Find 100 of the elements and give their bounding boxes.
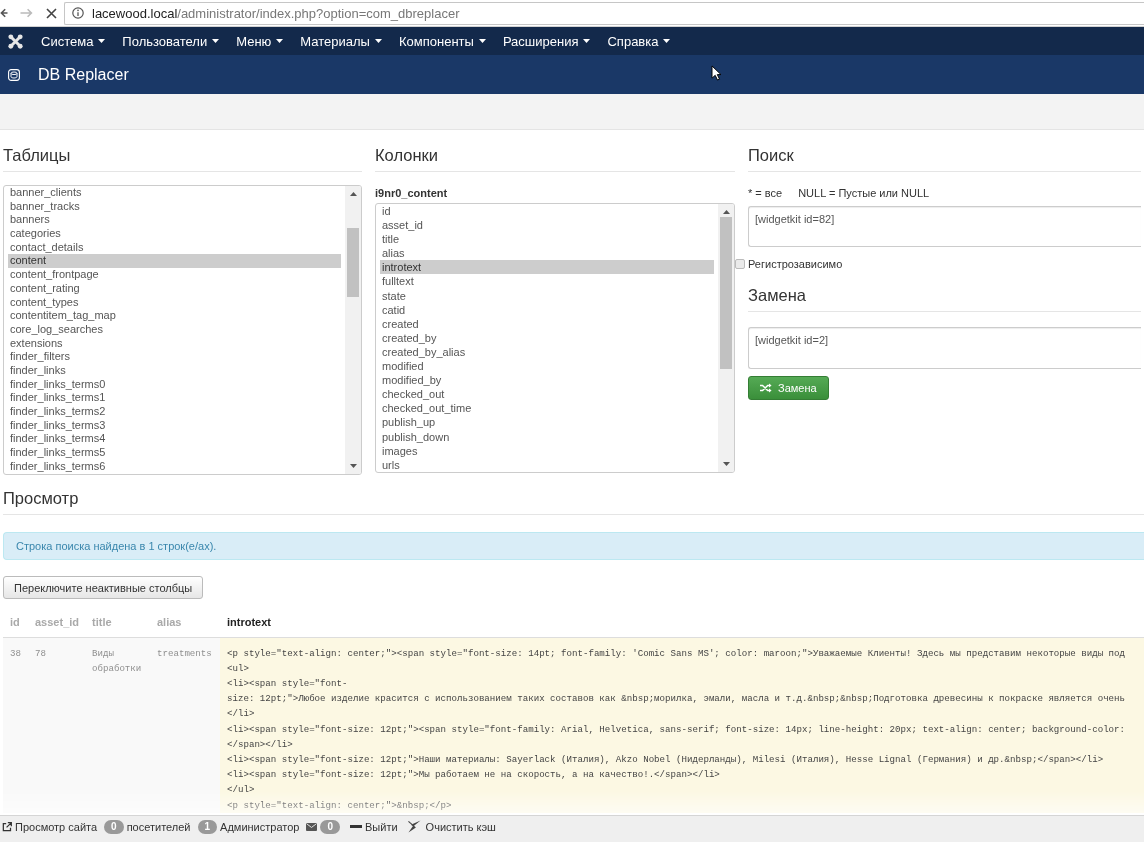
section-heading: Замена <box>748 285 806 305</box>
table-option[interactable]: banners <box>8 213 341 228</box>
table-name-label: i9nr0_content <box>375 186 449 200</box>
section-heading: Колонки <box>375 145 438 165</box>
hint-text: NULL = Пустые или NULL <box>798 186 930 200</box>
table-option[interactable]: finder_links_terms6 <box>8 459 341 474</box>
status-label: посетителей <box>126 820 191 833</box>
table-option[interactable]: banner_tracks <box>8 199 341 214</box>
view-site-link[interactable]: Просмотр сайта <box>2 819 98 834</box>
table-option[interactable]: finder_links <box>8 363 341 378</box>
column-option[interactable]: modified_by <box>380 373 714 388</box>
menu-item[interactable]: Система <box>33 27 114 55</box>
columns-listbox[interactable]: id asset_id title alias introtext fulltext state catid created created_by created_by_alias modified modified_by checked_out checked_out_time publish_up publish_down images urls <box>375 203 735 473</box>
column-option[interactable]: created <box>380 316 714 331</box>
case-sensitive-checkbox[interactable] <box>735 259 745 269</box>
table-option[interactable]: content <box>8 254 341 269</box>
table-option[interactable]: finder_links_terms2 <box>8 405 341 419</box>
clear-cache-link[interactable]: Очистить кэш <box>404 819 496 834</box>
info-icon <box>72 7 84 19</box>
count-badge: 0 <box>104 819 124 834</box>
external-link-icon <box>2 821 12 832</box>
tables-listbox[interactable] <box>3 185 362 475</box>
menu-item[interactable]: Меню <box>228 27 292 55</box>
menu-item[interactable]: Пользователи <box>114 27 228 55</box>
table-option[interactable]: finder_filters <box>8 350 341 364</box>
database-icon <box>8 68 20 81</box>
minus-icon <box>350 825 362 828</box>
hint-text: * = все <box>748 186 783 200</box>
table-option[interactable]: contentitem_tag_map <box>8 309 341 323</box>
table-option[interactable]: extensions <box>8 336 341 351</box>
scroll-up-icon[interactable] <box>722 210 730 214</box>
column-option[interactable]: created_by <box>380 330 714 345</box>
count-badge: 1 <box>197 819 218 834</box>
search-field[interactable]: [widgetkit id=82] <box>748 206 1141 247</box>
menu-item[interactable]: Расширения <box>494 27 599 55</box>
column-option[interactable]: state <box>380 288 714 303</box>
table-option[interactable]: content_frontpage <box>8 268 341 282</box>
code-cell: <p style="text-align: center;"><span style="font-size: 14pt; font-family: 'Comic Sans MS'; color: maroon;">Уважаемые Клиенты! Здесь мы представим некоторые виды под <ul> <li><span style="font- size: 12pt;">Любое изделие красится с использованием таких составов как &nbsp;морилка, эмали, масла и т.д.&nbsp;&nbsp;Подготовка древесины к покраске является очень </li> <li><span style="font-size: 12pt;"><span style="font-family: Arial, Helvetica, sans-serif; font-size: 14px; line-height: 20px; text-align: center; background-color: </span></li> <li><span style="font-size: 12pt;">Наши материалы: Sayerlack (Италия), Akzo Nobel (Нидерланды), Milesi (Италия), Hesse Lignal (Германия) и др.&nbsp;</span></li> <li><span style="font-size: 12pt;">Мы работаем не на скорость, а на качество!.</span></li> </ul> <p style="text-align: center;">&nbsp;</p> <box>220 637 1144 813</box>
column-option[interactable]: modified <box>380 359 714 374</box>
scrollbar-thumb[interactable] <box>347 228 359 297</box>
column-option[interactable]: urls <box>380 457 714 472</box>
table-option[interactable]: banner_clients <box>8 186 341 200</box>
table-option[interactable]: finder_links_terms5 <box>8 446 341 460</box>
page-title: DB Replacer <box>38 65 129 84</box>
back-arrow-icon[interactable] <box>0 7 8 19</box>
address-field[interactable]: lacewood.local/administrator/index.php?option=com_dbreplacer <box>64 1 1144 25</box>
replace-field[interactable]: [widgetkit id=2] <box>748 327 1141 369</box>
table-option[interactable]: content_rating <box>8 281 341 296</box>
column-option[interactable]: id <box>380 204 714 219</box>
caret-icon <box>98 39 106 43</box>
cross-icon[interactable] <box>46 7 57 19</box>
scrollbar[interactable] <box>345 186 361 474</box>
mouse-pointer-icon <box>711 65 722 81</box>
caret-icon <box>583 39 591 43</box>
logo-icon[interactable] <box>8 33 23 49</box>
column-option[interactable]: images <box>380 443 714 458</box>
checkbox-label[interactable]: Регистрозависимо <box>748 257 843 271</box>
lightning-icon <box>407 820 421 833</box>
logout-link[interactable]: Выйти <box>347 819 398 834</box>
table-option[interactable]: content_types <box>8 295 341 310</box>
envelope-icon[interactable] <box>306 822 318 831</box>
column-option[interactable]: introtext <box>380 260 714 275</box>
scrollbar[interactable] <box>718 204 734 472</box>
caret-icon <box>374 39 382 43</box>
column-option[interactable]: asset_id <box>380 218 714 233</box>
shuffle-icon <box>760 383 772 393</box>
column-option[interactable]: catid <box>380 302 714 317</box>
menu-item[interactable]: Компоненты <box>390 27 494 55</box>
toggle-columns-button[interactable]: Переключите неактивные столбцы <box>3 576 204 599</box>
table-option[interactable]: core_log_searches <box>8 322 341 337</box>
table-option[interactable]: finder_links_terms3 <box>8 418 341 433</box>
table-option[interactable]: finder_links_terms4 <box>8 432 341 447</box>
table-option[interactable]: categories <box>8 227 341 241</box>
count-badge: 0 <box>320 819 340 834</box>
table-option[interactable]: contact_details <box>8 240 341 255</box>
caret-icon <box>478 39 486 43</box>
section-heading: Таблицы <box>3 145 71 165</box>
scroll-down-icon[interactable] <box>349 464 357 468</box>
caret-icon <box>663 39 671 43</box>
column-option[interactable]: alias <box>380 246 714 261</box>
column-option[interactable]: title <box>380 232 714 247</box>
column-header[interactable]: introtext <box>220 608 1144 637</box>
table-option[interactable]: finder_links_terms1 <box>8 391 341 405</box>
section-heading: Поиск <box>748 145 794 165</box>
table-option[interactable]: finder_links_terms0 <box>8 377 341 392</box>
column-option[interactable]: checked_out <box>380 387 714 402</box>
menu-item[interactable]: Материалы <box>292 27 390 55</box>
scroll-down-icon[interactable] <box>722 462 730 466</box>
column-option[interactable]: publish_up <box>380 415 714 430</box>
search-result-alert: Строка поиска найдена в 1 строк(е/ах). <box>3 532 1144 560</box>
column-option[interactable]: fulltext <box>380 274 714 289</box>
column-option[interactable]: publish_down <box>380 429 714 444</box>
caret-icon <box>276 39 284 43</box>
scroll-up-icon[interactable] <box>349 192 357 196</box>
scrollbar-thumb[interactable] <box>720 217 732 369</box>
column-option[interactable]: created_by_alias <box>380 344 714 360</box>
column-option[interactable]: checked_out_time <box>380 401 714 416</box>
menu-item[interactable]: Справка <box>599 27 679 55</box>
caret-icon <box>212 39 220 43</box>
section-heading: Просмотр <box>3 488 79 508</box>
